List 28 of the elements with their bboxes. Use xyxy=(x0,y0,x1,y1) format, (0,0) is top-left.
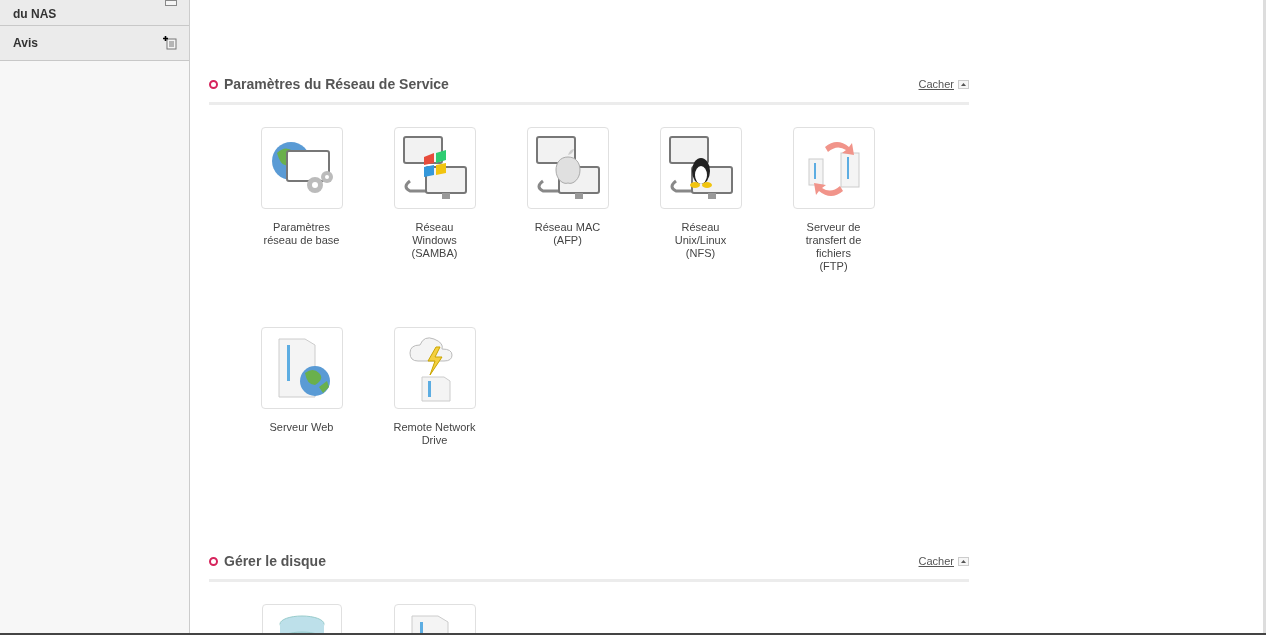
caret-icon xyxy=(961,82,966,86)
tile[interactable] xyxy=(526,127,609,209)
bullet-icon xyxy=(209,556,218,566)
tile-label: Remote Network Drive xyxy=(393,421,476,447)
minus-icon xyxy=(165,0,177,6)
tile[interactable] xyxy=(393,127,476,209)
tile-label: Réseau Unix/Linux (NFS) xyxy=(674,221,727,260)
collapse-button[interactable] xyxy=(958,79,969,89)
section-title: Gérer le disque xyxy=(224,553,326,569)
hide-link[interactable]: Cacher xyxy=(918,78,954,90)
tile-label: Serveur Web xyxy=(269,421,334,434)
caret-icon xyxy=(961,559,966,563)
tile[interactable] xyxy=(393,327,476,409)
section-title: Paramètres du Réseau de Service xyxy=(224,76,449,92)
tile[interactable] xyxy=(659,127,742,209)
tile[interactable] xyxy=(260,327,343,409)
sidebar-item[interactable]: du NAS xyxy=(0,0,189,26)
tile-label: Paramètres réseau de base xyxy=(263,221,340,247)
collapse-button[interactable] xyxy=(958,556,969,566)
sidebar-item[interactable]: Avis xyxy=(0,26,189,61)
bullet-icon xyxy=(209,79,218,89)
tile[interactable] xyxy=(260,127,343,209)
hide-link[interactable]: Cacher xyxy=(918,555,954,567)
tile-label: Serveur de transfert de fichiers (FTP) xyxy=(805,221,862,273)
tile-label: Réseau MAC (AFP) xyxy=(534,221,601,247)
tile-label: Réseau Windows (SAMBA) xyxy=(411,221,458,260)
add-list-icon xyxy=(163,36,177,50)
tile[interactable] xyxy=(792,127,875,209)
